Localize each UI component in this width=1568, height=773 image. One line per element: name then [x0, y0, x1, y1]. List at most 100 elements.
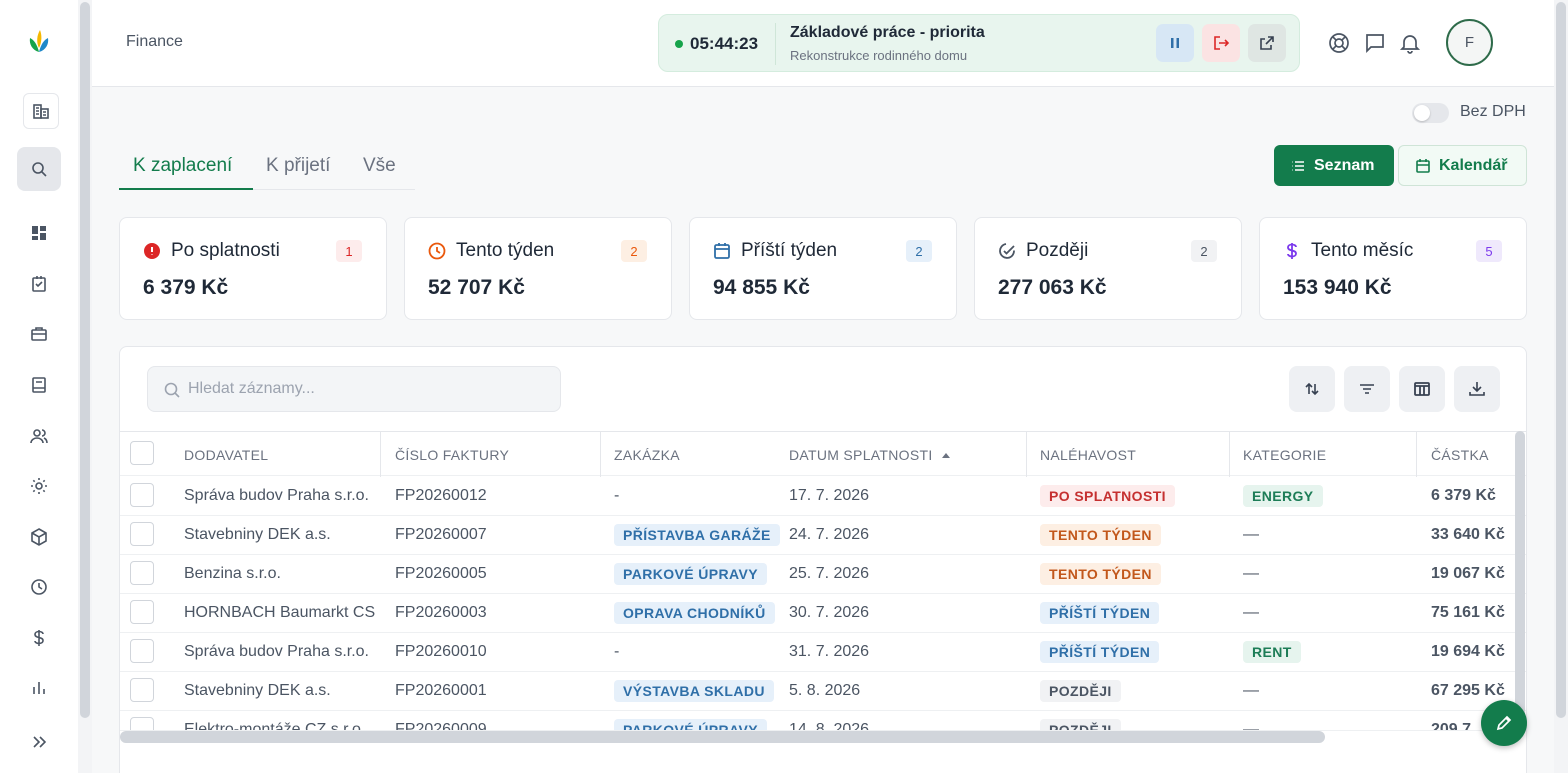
page-title: Finance [126, 33, 183, 50]
table-vertical-scrollbar[interactable] [1515, 431, 1525, 731]
top-header: Finance 05:44:23 Základové práce - prior… [92, 0, 1554, 87]
column-header-project[interactable]: ZAKÁZKA [614, 447, 680, 463]
row-checkbox[interactable] [130, 678, 154, 702]
help-icon[interactable] [1327, 31, 1351, 55]
column-header-invoice[interactable]: ČÍSLO FAKTURY [395, 447, 509, 463]
cell-project: - [614, 487, 620, 504]
urgency-badge: TENTO TÝDEN [1040, 563, 1161, 585]
table-row[interactable]: HORNBACH Baumarkt CS FP20260003 OPRAVA C… [120, 594, 1526, 633]
summary-card-this-month[interactable]: Tento měsíc 5 153 940 Kč [1259, 217, 1527, 320]
open-timer-button[interactable] [1248, 24, 1286, 62]
summary-card-amount: 153 940 Kč [1283, 276, 1392, 299]
summary-card-amount: 6 379 Kč [143, 276, 229, 299]
table-row[interactable]: Benzina s.r.o. FP20260005 PARKOVÉ ÚPRAVY… [120, 555, 1526, 594]
columns-button[interactable] [1399, 366, 1445, 412]
row-checkbox[interactable] [130, 483, 154, 507]
timer-running-dot [675, 40, 683, 48]
cell-supplier: Stavebniny DEK a.s. [184, 526, 331, 543]
window-scrollbar[interactable] [1554, 0, 1568, 773]
tasks-icon[interactable] [17, 262, 61, 306]
summary-card-later[interactable]: Později 2 277 063 Kč [974, 217, 1242, 320]
summary-card-label: Tento měsíc [1311, 240, 1414, 261]
cell-invoice: FP20260009 [395, 721, 487, 731]
tab-vse[interactable]: Vše [363, 155, 396, 177]
table-row[interactable]: Stavebniny DEK a.s. FP20260001 VÝSTAVBA … [120, 672, 1526, 711]
search-icon [164, 382, 180, 398]
cell-due-date: 30. 7. 2026 [789, 604, 870, 621]
project-badge[interactable]: OPRAVA CHODNÍKŮ [614, 602, 775, 624]
calendar-icon [714, 243, 730, 259]
row-checkbox[interactable] [130, 561, 154, 585]
search-input[interactable] [188, 367, 548, 411]
project-badge[interactable]: PARKOVÉ ÚPRAVY [614, 563, 767, 585]
column-header-category[interactable]: KATEGORIE [1243, 447, 1326, 463]
table-horizontal-scrollbar[interactable] [120, 731, 1325, 743]
summary-card-overdue[interactable]: Po splatnosti 1 6 379 Kč [119, 217, 387, 320]
summary-card-next-week[interactable]: Příští týden 2 94 855 Kč [689, 217, 957, 320]
edit-fab-button[interactable] [1481, 700, 1527, 746]
search-icon[interactable] [17, 147, 61, 191]
cell-supplier: Stavebniny DEK a.s. [184, 682, 331, 699]
book-icon[interactable] [17, 363, 61, 407]
project-badge[interactable]: PARKOVÉ ÚPRAVY [614, 719, 767, 730]
sort-button[interactable] [1289, 366, 1335, 412]
briefcase-icon[interactable] [17, 312, 61, 356]
urgency-badge: PO SPLATNOSTI [1040, 485, 1175, 507]
invoices-panel: DODAVATEL ČÍSLO FAKTURY ZAKÁZKA DATUM SP… [119, 346, 1527, 773]
sidebar-scrollbar[interactable] [78, 0, 92, 773]
table-row[interactable]: Stavebniny DEK a.s. FP20260007 PŘÍSTAVBA… [120, 516, 1526, 555]
sidebar [0, 0, 78, 773]
alert-circle-icon [144, 243, 160, 259]
pause-timer-button[interactable] [1156, 24, 1194, 62]
timer-time: 05:44:23 [690, 34, 759, 53]
app-logo-icon[interactable] [24, 26, 54, 56]
chart-icon[interactable] [17, 666, 61, 710]
vat-toggle[interactable] [1412, 103, 1449, 123]
row-checkbox[interactable] [130, 717, 154, 730]
list-view-button[interactable]: Seznam [1274, 145, 1394, 186]
cell-supplier: Benzina s.r.o. [184, 565, 281, 582]
organization-icon[interactable] [23, 93, 59, 129]
settings-icon[interactable] [17, 464, 61, 508]
column-header-due-date[interactable]: DATUM SPLATNOSTI [789, 447, 933, 463]
row-checkbox[interactable] [130, 600, 154, 624]
summary-card-this-week[interactable]: Tento týden 2 52 707 Kč [404, 217, 672, 320]
calendar-view-button[interactable]: Kalendář [1398, 145, 1527, 186]
users-icon[interactable] [17, 414, 61, 458]
tab-k-zaplaceni[interactable]: K zaplacení [133, 155, 232, 177]
timer-task: Základové práce - priorita [790, 24, 985, 41]
urgency-badge: TENTO TÝDEN [1040, 524, 1161, 546]
chat-icon[interactable] [1363, 31, 1387, 55]
filter-button[interactable] [1344, 366, 1390, 412]
table-row[interactable]: Správa budov Praha s.r.o. FP20260012 - 1… [120, 477, 1526, 516]
cell-supplier: Elektro-montáže CZ s.r.o. [184, 721, 366, 731]
column-header-urgency[interactable]: NALÉHAVOST [1040, 447, 1136, 463]
table-row[interactable]: Správa budov Praha s.r.o. FP20260010 - 3… [120, 633, 1526, 672]
package-icon[interactable] [17, 515, 61, 559]
urgency-badge: PŘÍŠTÍ TÝDEN [1040, 641, 1160, 663]
bell-icon[interactable] [1398, 31, 1422, 55]
project-badge[interactable]: VÝSTAVBA SKLADU [614, 680, 774, 702]
category-badge: RENT [1243, 641, 1301, 663]
dashboard-icon[interactable] [17, 211, 61, 255]
clock-icon[interactable] [17, 565, 61, 609]
row-checkbox[interactable] [130, 639, 154, 663]
stop-timer-button[interactable] [1202, 24, 1240, 62]
pause-icon [1171, 38, 1179, 48]
list-icon [1292, 160, 1304, 171]
expand-sidebar-icon[interactable] [17, 720, 61, 764]
dollar-icon[interactable] [17, 616, 61, 660]
user-avatar[interactable]: F [1446, 19, 1493, 66]
column-header-amount[interactable]: ČÁSTKA [1431, 447, 1489, 463]
export-button[interactable] [1454, 366, 1500, 412]
summary-card-count: 2 [906, 240, 932, 262]
tab-k-prijeti[interactable]: K přijetí [266, 155, 330, 177]
summary-card-count: 2 [621, 240, 647, 262]
cell-due-date: 14. 8. 2026 [789, 721, 870, 731]
table-row[interactable]: Elektro-montáže CZ s.r.o. FP20260009 PAR… [120, 711, 1526, 731]
row-checkbox[interactable] [130, 522, 154, 546]
select-all-checkbox[interactable] [130, 441, 154, 465]
project-badge[interactable]: PŘÍSTAVBA GARÁŽE [614, 524, 780, 546]
summary-card-label: Příští týden [741, 240, 838, 261]
column-header-supplier[interactable]: DODAVATEL [184, 447, 268, 463]
